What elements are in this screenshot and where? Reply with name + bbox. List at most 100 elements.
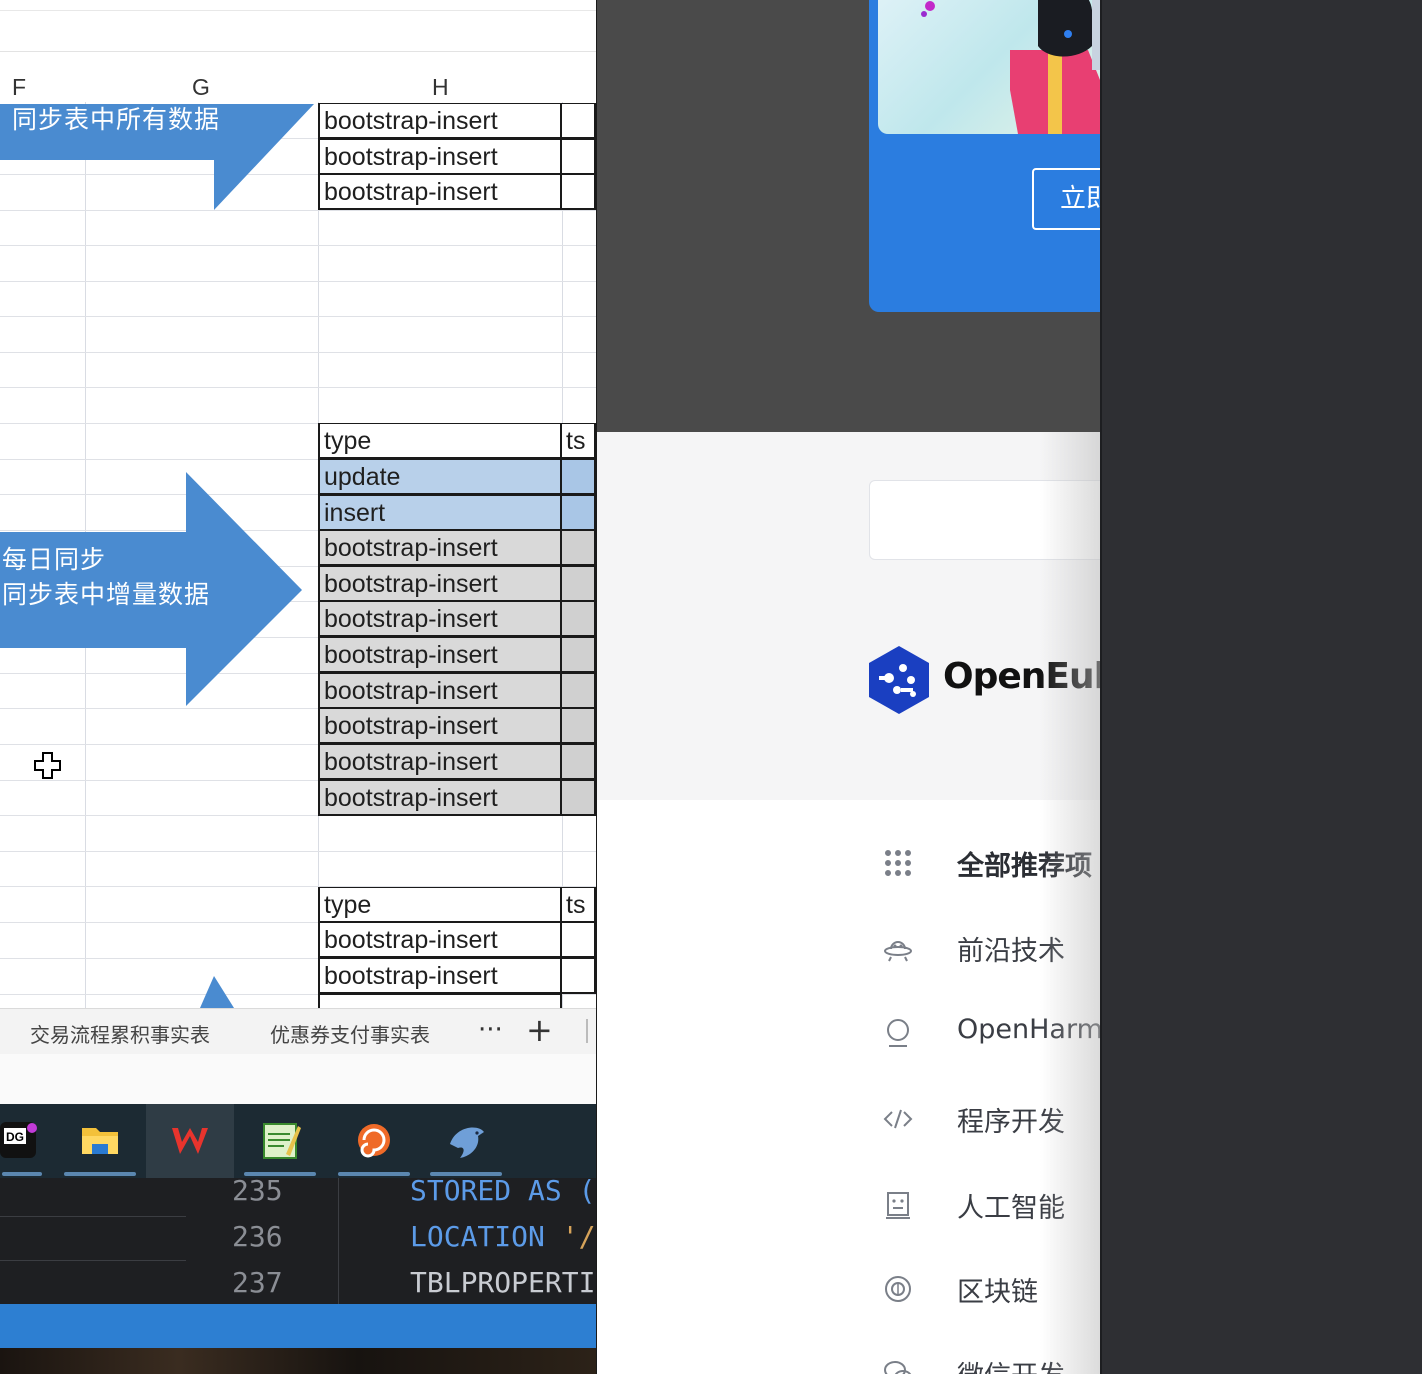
table-cell[interactable]	[562, 566, 596, 602]
table-cell[interactable]	[562, 708, 596, 744]
notepad-icon	[263, 1123, 301, 1159]
table-cell[interactable]	[562, 174, 596, 210]
arrow-label-daily-sync: 每日同步	[2, 545, 107, 574]
category-label: 前沿技术	[957, 936, 1065, 967]
table-cell[interactable]: bootstrap-insert	[318, 174, 562, 210]
dark-desktop-area	[1100, 0, 1422, 1374]
arrow-label-full-sync: 同步表中所有数据	[12, 105, 221, 134]
table-cell[interactable]: bootstrap-insert	[318, 744, 562, 780]
table-cell[interactable]: bootstrap-insert	[318, 566, 562, 602]
category-openharmony[interactable]: OpenHarmo	[883, 1008, 1100, 1058]
sheet-status-bar	[0, 1054, 596, 1104]
taskbar-app-wps[interactable]	[146, 1104, 234, 1178]
category-frontier-tech[interactable]: 前沿技术	[883, 923, 1100, 973]
taskbar-app-file-explorer[interactable]	[56, 1104, 144, 1178]
table-cell[interactable]: bootstrap-insert	[318, 103, 562, 139]
ufo-icon	[884, 941, 912, 962]
sheet-tabs-bar: 交易流程累积事实表 优惠券支付事实表 ··· +	[0, 1008, 596, 1054]
table-cell[interactable]	[562, 495, 596, 531]
code-line[interactable]: TBLPROPERTI	[410, 1266, 595, 1299]
editor-status-bar	[0, 1304, 596, 1348]
code-line[interactable]: LOCATION '/	[410, 1220, 595, 1253]
table-cell[interactable]	[562, 530, 596, 566]
category-label: 全部推荐项	[957, 851, 1092, 882]
wps-office-icon	[172, 1128, 208, 1154]
category-programming[interactable]: 程序开发	[883, 1094, 1100, 1144]
table-cell[interactable]: bootstrap-insert	[318, 530, 562, 566]
table-cell[interactable]: bootstrap-insert	[318, 673, 562, 709]
code-brackets-icon	[883, 1109, 913, 1129]
arrow-label-incremental-sync: 同步表中增量数据	[2, 580, 211, 609]
table-header-ts[interactable]: ts	[562, 423, 596, 459]
table-cell[interactable]: bootstrap-insert	[318, 601, 562, 637]
table-cell[interactable]: bootstrap-insert	[318, 637, 562, 673]
category-label: 微信开发	[957, 1354, 1065, 1374]
cross-cursor-icon	[34, 752, 61, 779]
openeuler-logo-icon[interactable]	[867, 644, 931, 716]
desktop-wallpaper	[0, 1348, 596, 1374]
promo-cta-button[interactable]: 立即	[1032, 168, 1100, 230]
taskbar-app-notepad[interactable]	[236, 1104, 324, 1178]
code-keyword: LOCATION	[410, 1220, 545, 1253]
line-number: 237	[232, 1266, 283, 1299]
table-cell[interactable]: insert	[318, 495, 562, 531]
category-blockchain[interactable]: 区块链	[883, 1264, 1100, 1314]
grid-dots-icon	[885, 850, 911, 876]
table-cell[interactable]	[562, 103, 596, 139]
taskbar-app-datagrip[interactable]: DG	[0, 1104, 44, 1178]
taskbar-app-dolphin[interactable]	[422, 1104, 510, 1178]
line-number: 236	[232, 1220, 283, 1253]
table-cell[interactable]	[562, 637, 596, 673]
gift-mouse-illustration	[921, 0, 1100, 134]
table-cell[interactable]: bootstrap-insert	[318, 958, 562, 994]
table-cell[interactable]	[562, 958, 596, 994]
table-cell[interactable]	[562, 601, 596, 637]
svg-text:DG: DG	[6, 1130, 24, 1144]
code-line[interactable]: STORED AS (	[410, 1178, 595, 1207]
table-cell[interactable]	[562, 459, 596, 495]
promo-card: 立即	[869, 0, 1100, 312]
table-cell[interactable]: update	[318, 459, 562, 495]
code-text: (	[561, 1178, 596, 1207]
wechat-icon	[884, 1361, 912, 1374]
promo-image	[878, 0, 1100, 134]
table-cell[interactable]	[562, 780, 596, 816]
table-header-type[interactable]: type	[318, 887, 562, 923]
line-number: 235	[232, 1178, 283, 1207]
taskbar: DG	[0, 1104, 596, 1178]
add-sheet-button[interactable]: +	[526, 1011, 553, 1049]
search-input[interactable]	[869, 480, 1100, 560]
category-label: 人工智能	[957, 1193, 1065, 1224]
blockchain-icon	[885, 1276, 911, 1302]
category-ai[interactable]: 人工智能	[883, 1180, 1100, 1230]
table-header-type[interactable]: type	[318, 423, 562, 459]
dolphin-icon	[450, 1127, 484, 1158]
table-cell[interactable]: bootstrap-insert	[318, 139, 562, 175]
code-keyword: STORED AS	[410, 1178, 562, 1207]
table-cell[interactable]	[562, 139, 596, 175]
sheet-tab[interactable]: 交易流程累积事实表	[30, 1019, 210, 1048]
table-cell[interactable]	[562, 922, 596, 958]
category-all-recommended[interactable]: 全部推荐项	[883, 838, 1100, 888]
sheet-tab[interactable]: 优惠券支付事实表	[270, 1019, 430, 1048]
spreadsheet-window: F G H 同步表中所有数据 每日同步 同步表中增量数据 bootstrap-i…	[0, 0, 596, 1104]
table-header-ts[interactable]: ts	[562, 887, 596, 923]
browser-page: 立即 OpenEul 全部推荐项 前沿技术	[596, 0, 1100, 1374]
table-cell[interactable]: bootstrap-insert	[318, 922, 562, 958]
openharmony-icon	[887, 1019, 909, 1047]
category-label: OpenHarmo	[957, 1014, 1100, 1045]
category-label: 区块链	[957, 1277, 1038, 1308]
table-cell[interactable]	[562, 744, 596, 780]
tab-scroll-handle[interactable]	[586, 1019, 588, 1043]
brand-name[interactable]: OpenEul	[943, 656, 1100, 697]
category-wechat-dev[interactable]: 微信开发	[883, 1348, 1100, 1374]
table-cell[interactable]	[562, 673, 596, 709]
code-string: '/	[544, 1220, 596, 1253]
table-cell[interactable]: bootstrap-insert	[318, 708, 562, 744]
code-editor: 235 STORED AS ( 236 LOCATION '/ 237 TBLP…	[0, 1178, 596, 1304]
taskbar-app-snail[interactable]	[330, 1104, 418, 1178]
more-tabs-button[interactable]: ···	[478, 1015, 503, 1045]
table-cell[interactable]: bootstrap-insert	[318, 780, 562, 816]
snail-icon	[358, 1124, 390, 1158]
datagrip-icon: DG	[0, 1122, 37, 1158]
